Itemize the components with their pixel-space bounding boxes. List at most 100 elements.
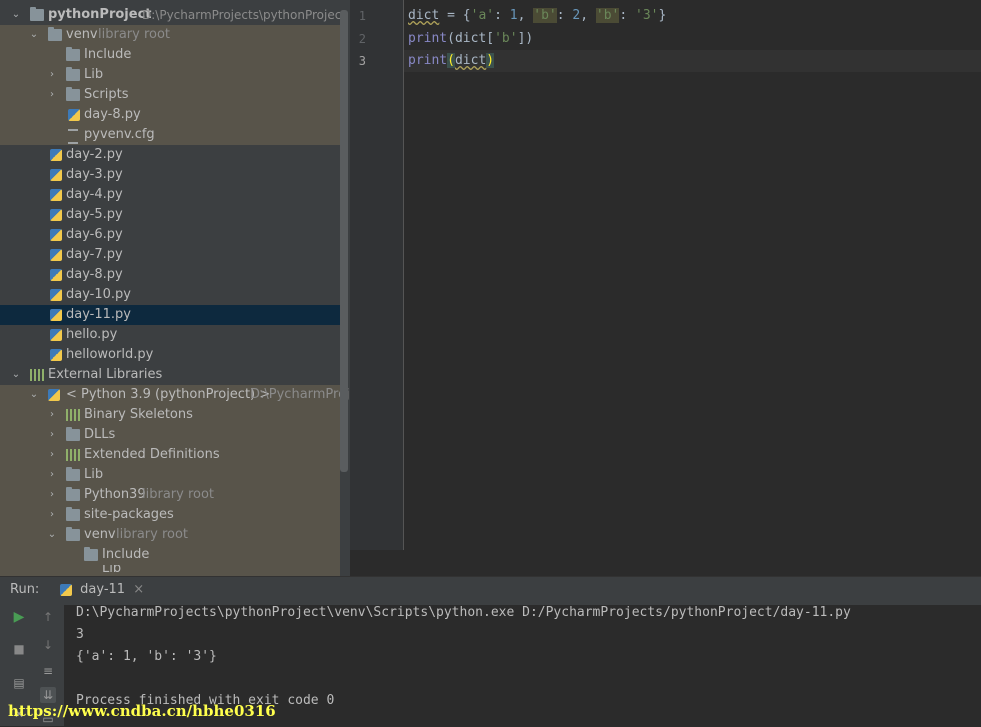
tree-external-libraries[interactable]: ⌄ External Libraries (0, 365, 340, 385)
run-tab-day-11[interactable]: day-11 × (54, 578, 150, 602)
python-file-icon (50, 309, 62, 321)
python-file-icon (50, 149, 62, 161)
stop-icon[interactable]: ■ (11, 641, 27, 657)
code-line-1[interactable]: dict = {'a': 1, 'b': 2, 'b': '3'} (408, 8, 666, 23)
folder-icon (66, 87, 80, 101)
tree-item-sdk-venv-include[interactable]: Include (0, 545, 340, 565)
tree-item-site-packages[interactable]: › site-packages (0, 505, 340, 525)
library-icon (66, 449, 80, 461)
tree-file[interactable]: helloworld.py (0, 345, 340, 365)
tree-file-selected[interactable]: day-11.py (0, 305, 340, 325)
python-file-icon (50, 169, 62, 181)
tree-file[interactable]: day-3.py (0, 165, 340, 185)
console-line: D:\PycharmProjects\pythonProject\venv\Sc… (76, 605, 851, 620)
tree-item-lib[interactable]: › Lib (0, 465, 340, 485)
close-icon[interactable]: × (133, 582, 144, 597)
tree-item-binary-skeletons[interactable]: › Binary Skeletons (0, 405, 340, 425)
project-scrollbar[interactable] (340, 10, 348, 472)
code-token: dict (454, 53, 487, 68)
venv-label: venv (66, 27, 98, 42)
tree-file[interactable]: day-2.py (0, 145, 340, 165)
tree-file[interactable]: day-5.py (0, 205, 340, 225)
tree-item-partial[interactable]: Lib (0, 565, 340, 576)
run-label: Run: (10, 582, 40, 597)
code-token: '3' (635, 8, 659, 23)
code-line-3[interactable]: print(dict) (408, 53, 495, 68)
external-label: External Libraries (48, 367, 163, 382)
file-label: day-2.py (66, 147, 123, 162)
file-label: day-4.py (66, 187, 123, 202)
tree-item-include[interactable]: Include (0, 45, 340, 65)
tree-item-lib[interactable]: › Lib (0, 65, 340, 85)
chevron-right-icon[interactable]: › (46, 465, 58, 485)
code-token: 2 (572, 8, 581, 23)
tree-item-dlls[interactable]: › DLLs (0, 425, 340, 445)
folder-icon (66, 467, 80, 481)
arrow-down-icon[interactable]: ↓ (40, 637, 56, 653)
code-line-2[interactable]: print(dict['b']) (408, 31, 533, 46)
tree-item-extended-definitions[interactable]: › Extended Definitions (0, 445, 340, 465)
folder-icon (30, 7, 44, 21)
python-file-icon (50, 249, 62, 261)
code-token: print (408, 31, 448, 46)
file-label: day-6.py (66, 227, 123, 242)
item-label: Lib (84, 67, 104, 82)
item-label: DLLs (84, 427, 116, 442)
tree-file[interactable]: day-8.py (0, 265, 340, 285)
tree-file[interactable]: day-7.py (0, 245, 340, 265)
tree-file[interactable]: day-4.py (0, 185, 340, 205)
project-pane: ⌄ pythonProject D:\PycharmProjects\pytho… (0, 0, 350, 576)
tree-root[interactable]: ⌄ pythonProject D:\PycharmProjects\pytho… (0, 5, 346, 25)
tree-file[interactable]: day-10.py (0, 285, 340, 305)
tree-file[interactable]: day-6.py (0, 225, 340, 245)
tree-file[interactable]: hello.py (0, 325, 340, 345)
item-label: Binary Skeletons (84, 407, 193, 422)
chevron-down-icon[interactable]: ⌄ (10, 365, 22, 385)
tree-item-pyvenv[interactable]: pyvenv.cfg (0, 125, 340, 145)
tree-item-sdk-venv[interactable]: ⌄ venv library root (0, 525, 340, 545)
console-line: {'a': 1, 'b': '3'} (76, 649, 217, 664)
run-tab-label: day-11 (80, 582, 126, 597)
chevron-right-icon[interactable]: › (46, 85, 58, 105)
layout-icon[interactable]: ▤ (11, 675, 27, 691)
file-label: day-5.py (66, 207, 123, 222)
code-token: dict (408, 8, 440, 23)
tree-item-venv-day8[interactable]: day-8.py (0, 105, 340, 125)
sdk-path: D:\PycharmProjec (250, 387, 350, 402)
code-token: 'a' (470, 8, 495, 23)
chevron-down-icon[interactable]: ⌄ (28, 385, 40, 405)
chevron-right-icon[interactable]: › (46, 65, 58, 85)
tree-item-python39[interactable]: › Python39 library root (0, 485, 340, 505)
chevron-right-icon[interactable]: › (46, 505, 58, 525)
tree-item-scripts[interactable]: › Scripts (0, 85, 340, 105)
soft-wrap-icon[interactable]: ≡ (40, 663, 56, 679)
chevron-right-icon[interactable]: › (46, 485, 58, 505)
rerun-icon[interactable]: ▶ (11, 609, 27, 625)
python-file-icon (50, 269, 62, 281)
code-token: 1 (509, 8, 518, 23)
chevron-right-icon[interactable]: › (46, 425, 58, 445)
python-file-icon (60, 583, 72, 596)
tree-venv[interactable]: ⌄ venv library root (0, 25, 340, 45)
folder-icon (66, 427, 80, 441)
chevron-down-icon[interactable]: ⌄ (46, 525, 58, 545)
line-number: 1 (358, 9, 366, 23)
code-token: 'b' (494, 31, 518, 46)
scroll-to-end-icon[interactable]: ⇊ (40, 687, 56, 703)
item-label: Python39 (84, 487, 146, 502)
python-sdk-icon (48, 389, 60, 401)
python-file-icon (50, 289, 62, 301)
chevron-down-icon[interactable]: ⌄ (10, 5, 22, 25)
code-editor[interactable] (404, 0, 981, 550)
chevron-down-icon[interactable]: ⌄ (28, 25, 40, 45)
python-file-icon (50, 329, 62, 341)
tree-python-sdk[interactable]: ⌄ < Python 3.9 (pythonProject) > D:\Pych… (0, 385, 350, 405)
config-file-icon (68, 129, 78, 144)
root-path: D:\PycharmProjects\pythonProject (142, 8, 347, 22)
arrow-up-icon[interactable]: ↑ (40, 609, 56, 625)
code-token: ( (447, 53, 455, 68)
chevron-right-icon[interactable]: › (46, 405, 58, 425)
chevron-right-icon[interactable]: › (46, 445, 58, 465)
editor-gutter (350, 0, 404, 550)
root-label: pythonProject (48, 7, 152, 22)
